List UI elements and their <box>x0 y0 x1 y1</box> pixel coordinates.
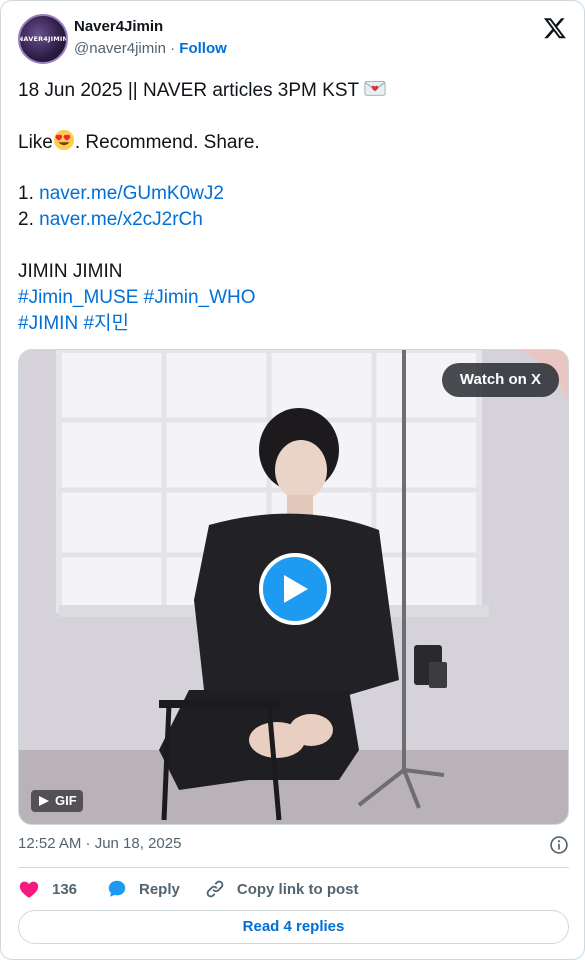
hashtag-link[interactable]: #Jimin_MUSE <box>18 287 138 308</box>
reply-label: Reply <box>139 880 180 898</box>
hashtag-link[interactable]: #지민 <box>83 313 129 334</box>
tweet-line-date: 18 Jun 2025 || NAVER articles 3PM KST <box>18 77 568 103</box>
like-count: 136 <box>52 880 78 898</box>
tweet-text: 18 Jun 2025 || NAVER articles 3PM KST Li… <box>18 77 568 337</box>
link-icon <box>206 880 224 898</box>
hashtag-row-1: #Jimin_MUSE #Jimin_WHO <box>18 285 568 311</box>
like-button[interactable]: 136 <box>18 878 92 900</box>
tweet-timestamp[interactable]: 12:52 AM · Jun 18, 2025 <box>18 835 181 852</box>
hashtag-row-2: #JIMIN #지민 <box>18 311 568 337</box>
article-link-1[interactable]: naver.me/GUmK0wJ2 <box>39 183 224 204</box>
video-media[interactable]: Watch on X GIF <box>18 349 569 825</box>
link-number: 2. <box>18 209 34 230</box>
author-name[interactable]: Naver4Jimin <box>74 18 163 35</box>
follow-button[interactable]: Follow <box>179 40 227 57</box>
reply-button[interactable]: Reply <box>106 878 180 900</box>
x-logo-icon[interactable] <box>543 16 567 40</box>
tweet-line-names: JIMIN JIMIN <box>18 261 123 282</box>
tweet-link-row-2: 2. naver.me/x2cJ2rCh <box>18 207 568 233</box>
read-replies-button[interactable]: Read 4 replies <box>18 910 569 944</box>
tweet-header: NAVER4JIMIN Naver4Jimin @naver4jimin · F… <box>18 14 569 66</box>
gif-label: GIF <box>55 793 77 808</box>
info-icon[interactable] <box>549 835 569 855</box>
link-number: 1. <box>18 183 34 204</box>
play-icon <box>284 575 308 603</box>
tweet-link-row-1: 1. naver.me/GUmK0wJ2 <box>18 181 568 207</box>
article-link-2[interactable]: naver.me/x2cJ2rCh <box>39 209 203 230</box>
action-bar: 136 Reply Copy link to post <box>18 878 359 900</box>
tweet-line-cta: Like . Recommend. Share. <box>18 129 568 155</box>
watch-on-x-button[interactable]: Watch on X <box>441 363 559 397</box>
gif-badge: GIF <box>31 790 83 812</box>
heart-eyes-emoji-icon <box>53 129 74 151</box>
divider <box>18 867 569 868</box>
hashtag-link[interactable]: #Jimin_WHO <box>144 287 256 308</box>
cta-rest-text: . Recommend. Share. <box>74 132 260 153</box>
copy-link-button[interactable]: Copy link to post <box>204 878 359 900</box>
avatar[interactable]: NAVER4JIMIN <box>18 14 68 64</box>
hashtag-link[interactable]: #JIMIN <box>18 313 78 334</box>
tweet-date-text: 18 Jun 2025 || NAVER articles 3PM KST <box>18 80 359 101</box>
separator-dot: · <box>170 40 176 57</box>
heart-icon <box>19 881 39 898</box>
author-meta: @naver4jimin · Follow <box>74 40 227 57</box>
gif-play-icon <box>39 796 49 806</box>
reply-bubble-icon <box>108 880 126 897</box>
tweet-card: NAVER4JIMIN Naver4Jimin @naver4jimin · F… <box>0 0 585 960</box>
avatar-text: NAVER4JIMIN <box>18 35 68 43</box>
cta-like-text: Like <box>18 132 53 153</box>
play-button[interactable] <box>259 553 331 625</box>
author-handle[interactable]: @naver4jimin <box>74 40 166 57</box>
love-letter-icon <box>364 81 386 96</box>
copy-link-label: Copy link to post <box>236 880 359 898</box>
